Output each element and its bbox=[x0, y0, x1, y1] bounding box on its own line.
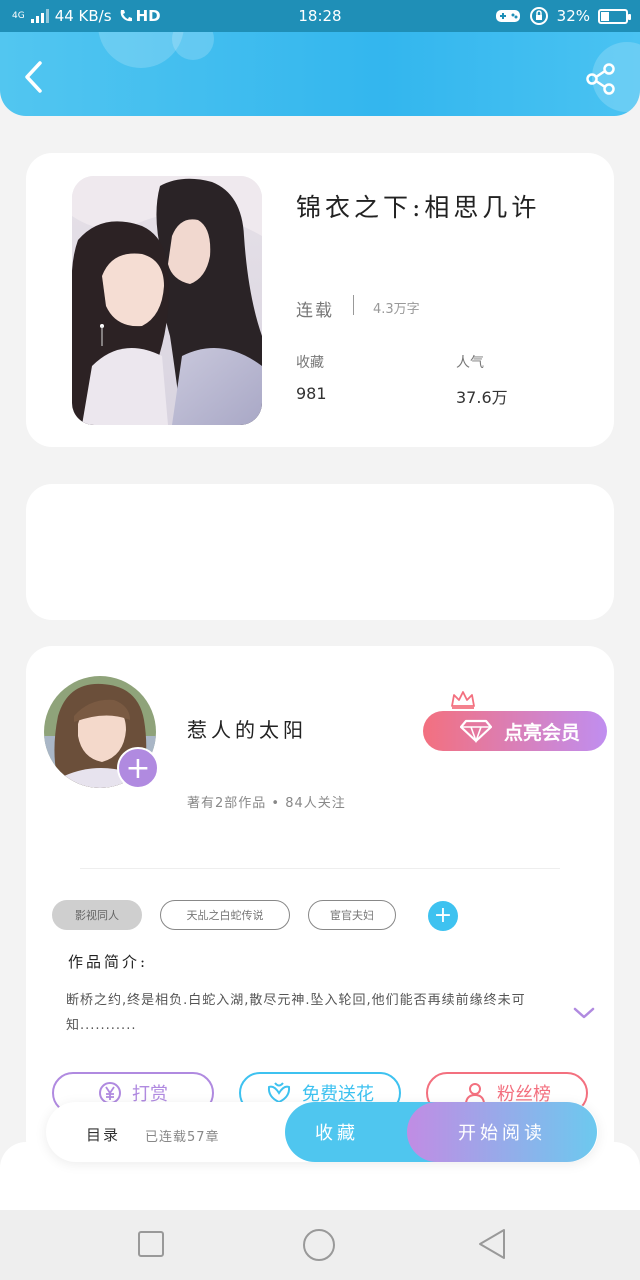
chevron-down-icon[interactable] bbox=[573, 1006, 595, 1020]
home-icon[interactable] bbox=[302, 1228, 336, 1262]
phone-icon bbox=[120, 10, 132, 22]
battery-percent: 32% bbox=[556, 7, 590, 25]
share-icon[interactable] bbox=[584, 62, 618, 96]
intro-text: 断桥之约,终是相负.白蛇入湖,散尽元神.坠入轮回,他们能否再续前缘终未可知...… bbox=[66, 993, 526, 1033]
author-name[interactable]: 惹人的太阳 bbox=[187, 714, 307, 743]
back-icon[interactable] bbox=[20, 60, 50, 94]
banner-card bbox=[26, 484, 614, 620]
book-cover[interactable] bbox=[72, 176, 262, 425]
popularity-count: 37.6万 bbox=[456, 388, 508, 407]
chapter-count[interactable]: 已连载57章 bbox=[145, 1126, 220, 1145]
network-type: 4G bbox=[12, 11, 25, 21]
vip-button[interactable]: 点亮会员 bbox=[423, 711, 607, 751]
popularity-label: 人气 bbox=[456, 355, 484, 371]
tag-chip[interactable]: 天乩之白蛇传说 bbox=[160, 900, 290, 930]
cover-image bbox=[72, 176, 262, 425]
divider bbox=[80, 868, 560, 869]
start-reading-button[interactable]: 开始阅读 bbox=[407, 1102, 597, 1162]
tag-chip[interactable]: 宦官夫妇 bbox=[308, 900, 396, 930]
back-nav-icon[interactable] bbox=[476, 1228, 508, 1260]
header bbox=[0, 32, 640, 116]
clock: 18:28 bbox=[298, 7, 342, 25]
follow-author-button[interactable]: + bbox=[117, 747, 159, 789]
recents-icon[interactable] bbox=[137, 1228, 165, 1260]
network-speed: 44 KB/s bbox=[54, 7, 112, 25]
table-of-contents-link[interactable]: 目录 bbox=[86, 1124, 120, 1145]
signal-icon bbox=[30, 9, 49, 23]
book-word-count: 4.3万字 bbox=[373, 302, 420, 317]
add-favorite-label: 收藏 bbox=[315, 1123, 359, 1144]
favorites-label: 收藏 bbox=[296, 355, 324, 371]
hd-indicator: HD bbox=[135, 7, 161, 25]
book-title: 锦衣之下:相思几许 bbox=[296, 193, 541, 222]
add-tag-button[interactable]: + bbox=[428, 901, 458, 931]
intro-heading: 作品简介: bbox=[68, 953, 149, 971]
tag-chip[interactable]: 影视同人 bbox=[52, 900, 142, 930]
author-meta: 著有2部作品 • 84人关注 bbox=[187, 796, 346, 811]
decor-bubble bbox=[172, 32, 214, 60]
favorites-count: 981 bbox=[296, 384, 327, 403]
divider bbox=[353, 295, 354, 315]
battery-icon bbox=[598, 8, 631, 24]
rotation-lock-icon bbox=[529, 7, 548, 25]
status-bar: 4G 44 KB/s HD 18:28 32% bbox=[0, 0, 640, 32]
vip-button-label: 点亮会员 bbox=[503, 721, 580, 744]
diamond-icon bbox=[459, 719, 492, 743]
gamepad-icon bbox=[495, 10, 520, 22]
book-status: 连载 bbox=[296, 301, 334, 321]
start-reading-label: 开始阅读 bbox=[458, 1123, 546, 1144]
crown-icon bbox=[451, 691, 475, 709]
